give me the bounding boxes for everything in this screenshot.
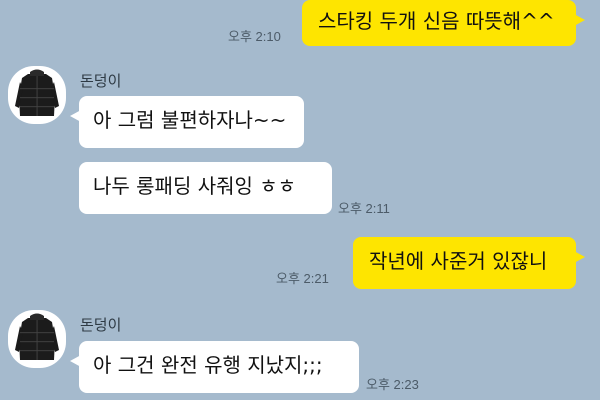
received-message-bubble[interactable]: 아 그럼 불편하자나~~ (70, 96, 304, 148)
received-message-bubble[interactable]: 아 그건 완전 유행 지났지;;; (70, 341, 359, 393)
message-timestamp: 오후 2:21 (276, 271, 329, 286)
contact-name: 돈덩이 (80, 316, 122, 334)
message-timestamp: 오후 2:23 (366, 377, 419, 392)
sent-message-bubble[interactable]: 작년에 사준거 있잖니 (353, 237, 585, 289)
message-text: 작년에 사준거 있잖니 (369, 249, 548, 273)
received-message-bubble[interactable]: 나두 롱패딩 사줘잉 ㅎㅎ (79, 162, 332, 214)
contact-avatar[interactable] (8, 310, 66, 368)
message-timestamp: 오후 2:11 (338, 201, 390, 216)
message-text: 스타킹 두개 신음 따뜻해^^ (318, 9, 555, 33)
contact-avatar[interactable] (8, 66, 66, 124)
black-padded-coat-icon (15, 69, 59, 116)
black-padded-coat-icon (15, 313, 59, 360)
message-text: 아 그건 완전 유행 지났지;;; (93, 353, 323, 377)
sent-message-bubble[interactable]: 스타킹 두개 신음 따뜻해^^ (302, 0, 585, 46)
contact-name: 돈덩이 (80, 72, 122, 90)
message-text: 아 그럼 불편하자나~~ (93, 108, 287, 132)
message-timestamp: 오후 2:10 (228, 29, 281, 44)
chat-window[interactable]: 오후 2:10 스타킹 두개 신음 따뜻해^^ 돈덩이 아 그럼 불편하자나~~… (0, 0, 600, 400)
message-text: 나두 롱패딩 사줘잉 ㅎㅎ (93, 174, 297, 198)
